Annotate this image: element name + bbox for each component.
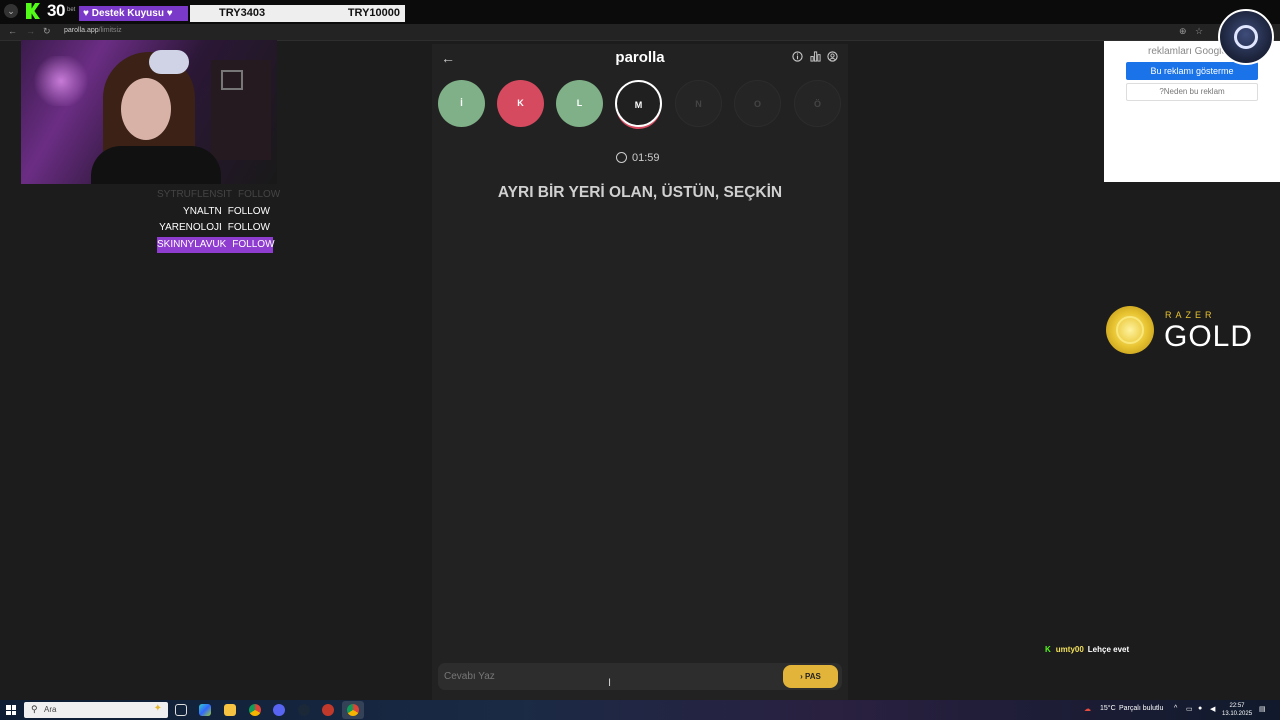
chevron-right-icon: ›	[800, 672, 803, 681]
follower-name: YNALTN	[183, 205, 222, 217]
razer-gold-sponsor: RAZER GOLD	[1106, 306, 1266, 356]
volume-icon[interactable]: ◀	[1210, 705, 1215, 713]
picture-frame	[221, 70, 243, 90]
notification-icon[interactable]: ▤	[1259, 705, 1266, 713]
app-icon[interactable]	[322, 704, 334, 716]
donation-goal: TRY3403 TRY10000	[190, 5, 405, 22]
taskbar-search[interactable]: ⚲ Ara ✦	[24, 702, 168, 718]
follower-count: 30	[47, 1, 65, 20]
pass-label: PAS	[805, 672, 821, 681]
overlay-tiny-label: bet	[67, 7, 76, 13]
edge-icon[interactable]	[199, 704, 211, 716]
letter-circle: O	[734, 80, 781, 127]
search-placeholder: Ara	[44, 705, 57, 714]
stats-icon[interactable]	[810, 51, 821, 62]
discord-icon[interactable]	[273, 704, 285, 716]
copilot-spark-icon: ✦	[153, 703, 162, 714]
kick-badge-icon: K	[1045, 645, 1051, 654]
razer-coin-icon	[1106, 306, 1154, 354]
streamer-face	[121, 78, 171, 140]
hide-ad-button[interactable]: Bu reklamı gösterme	[1126, 62, 1258, 80]
letter-wheel: İ K L M N O Ö	[438, 80, 842, 128]
dragon-logo-icon	[1234, 25, 1258, 49]
file-explorer-icon[interactable]	[224, 704, 236, 716]
goal-current: TRY3403	[219, 7, 266, 19]
letter-circle: L	[556, 80, 603, 127]
url-text[interactable]: parolla.app/limitsiz	[64, 27, 122, 34]
kick-logo-icon	[26, 3, 40, 19]
weather-icon: ☁	[1084, 706, 1091, 713]
search-icon: ⚲	[31, 704, 38, 714]
follow-label: FOLLOW	[227, 205, 270, 217]
answer-bar: › PAS	[438, 663, 842, 690]
windows-start-icon[interactable]	[6, 705, 16, 715]
back-arrow-icon[interactable]: ←	[441, 50, 455, 66]
chat-message: Kumty00 Lehçe evet	[1045, 645, 1129, 654]
screen: ⌄ 30 bet ♥ Destek Kuyusu ♥ TRY3403 TRY10…	[0, 0, 1280, 720]
zoom-icon[interactable]: ⊕	[1179, 26, 1187, 37]
follow-item: SKINNYLAVUK FOLLOW	[157, 236, 275, 253]
letter-circle: N	[675, 80, 722, 127]
weather-temp: 15°C	[1100, 705, 1116, 712]
letter-circle: Ö	[794, 80, 841, 127]
clock-icon	[616, 152, 627, 163]
question-text: AYRI BİR YERİ OLAN, ÜSTÜN, SEÇKİN	[497, 184, 783, 201]
chrome-active-icon[interactable]	[347, 704, 359, 716]
reload-icon[interactable]: ↻	[43, 26, 51, 37]
razer-product: GOLD	[1164, 320, 1254, 353]
follow-list: SYTRUFLENSIT FOLLOW YNALTN FOLLOW YARENOLO…	[157, 187, 280, 253]
follower-name: SYTRUFLENSIT	[157, 189, 233, 200]
steam-icon[interactable]	[298, 704, 310, 716]
text-cursor-icon: I	[608, 677, 612, 689]
streamer-body	[91, 146, 221, 184]
follower-name: YARENOLOJI	[159, 222, 222, 233]
headset	[149, 50, 189, 74]
follow-item: YNALTN FOLLOW	[157, 204, 273, 221]
chat-text: Lehçe evet	[1087, 645, 1130, 654]
forward-nav-icon[interactable]: →	[26, 26, 35, 36]
follow-label: FOLLOW	[238, 189, 281, 200]
bookmark-star-icon[interactable]: ☆	[1195, 26, 1203, 37]
profile-icon[interactable]	[827, 51, 838, 62]
browser-address-bar: ← → ↻ parolla.app/limitsiz ⊕ ☆	[0, 24, 1280, 41]
game-panel	[432, 44, 848, 700]
channel-avatar	[1218, 9, 1274, 65]
goal-target: TRY10000	[347, 7, 400, 19]
timer: 01:59	[616, 152, 660, 164]
stream-overlay-bar: ⌄ 30 bet ♥ Destek Kuyusu ♥ TRY3403 TRY10…	[0, 0, 1280, 24]
webcam-feed	[21, 40, 277, 184]
razer-brand: RAZER	[1165, 310, 1216, 320]
info-icon[interactable]	[792, 51, 803, 62]
chevron-down-icon[interactable]: ⌄	[4, 4, 18, 18]
ad-header-text: reklamları Google	[1148, 46, 1227, 57]
letter-circle-current: M	[615, 80, 662, 127]
task-view-icon[interactable]	[175, 704, 187, 716]
page-title: parolla	[615, 49, 665, 66]
tray-chevron-icon[interactable]: ^	[1174, 705, 1177, 712]
taskbar-clock[interactable]: 22:57 13.10.2025	[1222, 702, 1252, 718]
pass-button[interactable]: › PAS	[783, 665, 838, 688]
weather-desc: Parçalı bulutlu	[1119, 705, 1164, 712]
tray-app-icon[interactable]: ▭	[1186, 705, 1193, 713]
destek-kuyusu-label: ♥ Destek Kuyusu ♥	[79, 6, 188, 21]
clock-date: 13.10.2025	[1222, 711, 1253, 717]
taskbar: ⚲ Ara ✦ ☁ 15°C Parçalı bulutlu ^ ▭ ● ◀ 2…	[0, 700, 1280, 720]
letter-circle: K	[497, 80, 544, 127]
timer-value: 01:59	[632, 152, 660, 164]
why-ad-button[interactable]: ?Neden bu reklam	[1126, 83, 1258, 101]
clock-time: 22:57	[1229, 703, 1245, 709]
letter-circle: İ	[438, 80, 485, 127]
url-path: /limitsiz	[98, 27, 122, 34]
chat-username: umty00	[1055, 645, 1084, 654]
mic-icon[interactable]: ●	[1198, 705, 1202, 712]
chrome-icon[interactable]	[249, 704, 261, 716]
back-nav-icon[interactable]: ←	[8, 26, 17, 36]
url-host: parolla.app	[64, 27, 99, 34]
ambient-light	[31, 56, 91, 106]
follow-item: YARENOLOJI FOLLOW	[157, 220, 273, 237]
follow-label: FOLLOW	[227, 222, 270, 233]
follow-item: SYTRUFLENSIT FOLLOW	[157, 187, 280, 204]
follower-name: SKINNYLAVUK	[157, 238, 227, 250]
follow-label: FOLLOW	[232, 238, 275, 250]
